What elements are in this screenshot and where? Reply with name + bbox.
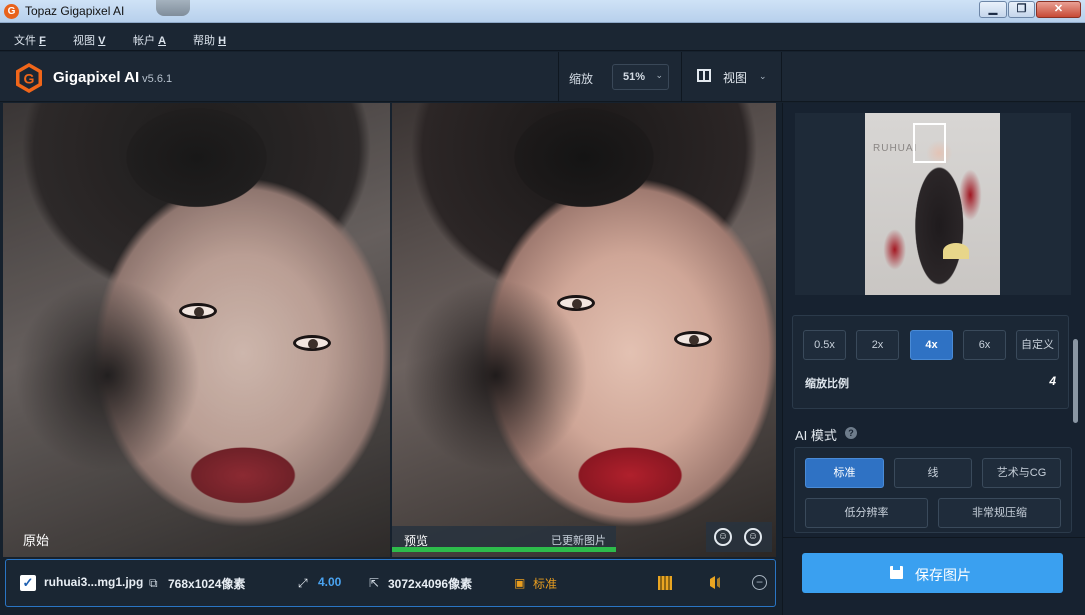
scale-6x-button[interactable]: 6x <box>963 330 1006 360</box>
window-title: Topaz Gigapixel AI <box>25 4 125 18</box>
svg-text:G: G <box>24 71 35 87</box>
eye-decor <box>179 303 217 319</box>
thumbnail-watermark: RUHUAI <box>873 143 918 154</box>
eye-decor <box>293 335 331 351</box>
ai-mode-section: 标准 线 艺术与CG 低分辨率 非常规压缩 <box>794 447 1072 533</box>
gigapixel-logo-icon: G <box>16 63 42 93</box>
header-divider <box>681 52 682 102</box>
view-mode-button[interactable]: 视图 ⌄ <box>697 68 769 88</box>
ai-mode-standard-button[interactable]: 标准 <box>805 458 884 488</box>
preview-status: 已更新图片 <box>551 535 606 547</box>
remove-icon[interactable]: − <box>752 575 767 590</box>
user-avatar <box>156 0 190 16</box>
menu-bar: 文件 F 视图 V 帐户 A 帮助 H <box>0 23 1085 51</box>
scale-value: 4.00 <box>318 575 342 589</box>
preview-image <box>392 103 776 557</box>
preview-status-bar: 预览 已更新图片 <box>392 526 616 552</box>
chevron-down-icon: ⌄ <box>759 71 767 81</box>
app-header: G Gigapixel AI v5.6.1 缩放 51% ⌄ 视图 ⌄ <box>0 52 1085 102</box>
menu-view[interactable]: 视图 V <box>73 32 105 48</box>
version-label: v5.6.1 <box>142 73 173 85</box>
brand-title: Gigapixel AI v5.6.1 <box>53 69 173 86</box>
maximize-button[interactable]: ❐ <box>1008 1 1035 18</box>
panel-scrollbar[interactable] <box>1073 339 1078 423</box>
original-pane[interactable]: 原始 <box>3 103 390 557</box>
output-size: 3072x4096像素 <box>388 577 473 591</box>
noise-icon[interactable] <box>658 576 672 590</box>
view-label: 视图 <box>723 71 748 85</box>
face-compare-icon[interactable]: ☺ <box>744 528 762 546</box>
input-size: 768x1024像素 <box>168 577 246 591</box>
original-image <box>3 103 390 557</box>
original-label: 原始 <box>23 533 50 548</box>
close-button[interactable]: ✕ <box>1036 1 1081 18</box>
menu-file[interactable]: 文件 F <box>14 32 46 48</box>
scale-2x-button[interactable]: 2x <box>856 330 899 360</box>
menu-help[interactable]: 帮助 H <box>193 32 226 48</box>
mode-icon: ▣ <box>514 576 526 590</box>
input-size-icon: ⧉ <box>149 576 158 590</box>
zoom-value: 51% <box>623 71 646 83</box>
save-disk-icon <box>890 566 903 579</box>
navigator[interactable]: RUHUAI <box>795 113 1071 295</box>
header-divider <box>558 52 559 102</box>
zoom-label: 缩放 <box>569 72 594 86</box>
title-bar: G Topaz Gigapixel AI ▁ ❐ ✕ <box>0 0 1085 23</box>
ai-mode-lines-button[interactable]: 线 <box>894 458 972 488</box>
face-tools: ☺ ☺ <box>706 522 772 552</box>
save-image-button[interactable]: 保存图片 <box>802 553 1063 593</box>
preview-pane[interactable]: 预览 已更新图片 ☺ ☺ <box>392 103 776 557</box>
ai-mode-low-res-button[interactable]: 低分辨率 <box>805 498 928 528</box>
blur-icon[interactable] <box>708 575 722 590</box>
scale-label: 缩放比例 <box>805 378 849 390</box>
file-name: ruhuai3...mg1.jpg <box>44 575 144 589</box>
eye-decor <box>674 331 712 347</box>
scale-custom-button[interactable]: 自定义 <box>1016 330 1059 360</box>
mode-label: 标准 <box>533 577 558 591</box>
scale-arrows-icon: ⤢ <box>298 576 308 590</box>
settings-panel: RUHUAI 0.5x 2x 4x 6x 自定义 缩放比例 4 AI 模式 ? … <box>782 103 1085 615</box>
save-label: 保存图片 <box>915 567 971 583</box>
output-size-icon: ⇱ <box>369 576 380 590</box>
zoom-dropdown[interactable]: 51% ⌄ <box>612 64 669 90</box>
eye-decor <box>557 295 595 311</box>
file-info-bar[interactable]: ✓ ruhuai3...mg1.jpg ⧉ 768x1024像素 ⤢ 4.00 … <box>5 559 776 607</box>
face-detect-icon[interactable]: ☺ <box>714 528 732 546</box>
viewport-rectangle[interactable] <box>913 123 946 163</box>
scale-4x-button[interactable]: 4x <box>910 330 953 360</box>
ai-mode-art-cg-button[interactable]: 艺术与CG <box>982 458 1061 488</box>
scale-0.5x-button[interactable]: 0.5x <box>803 330 846 360</box>
scale-value-display: 4 <box>1049 374 1056 388</box>
app-icon: G <box>4 4 19 19</box>
preview-progress-bar <box>392 547 616 552</box>
file-checkbox[interactable]: ✓ <box>20 575 36 591</box>
ai-mode-compressed-button[interactable]: 非常规压缩 <box>938 498 1061 528</box>
split-view-icon <box>697 69 711 82</box>
minimize-button[interactable]: ▁ <box>979 1 1007 18</box>
scale-section: 0.5x 2x 4x 6x 自定义 缩放比例 4 <box>792 315 1069 409</box>
ai-mode-title: AI 模式 <box>795 428 837 443</box>
help-icon[interactable]: ? <box>845 427 857 439</box>
navigator-thumbnail[interactable]: RUHUAI <box>865 113 1000 295</box>
menu-account[interactable]: 帐户 A <box>133 32 166 48</box>
panel-divider <box>783 537 1085 538</box>
header-divider <box>781 52 782 102</box>
app-window: G Topaz Gigapixel AI ▁ ❐ ✕ 文件 F 视图 V 帐户 … <box>0 0 1085 615</box>
chevron-down-icon: ⌄ <box>655 70 663 80</box>
fan-decor <box>943 243 969 259</box>
